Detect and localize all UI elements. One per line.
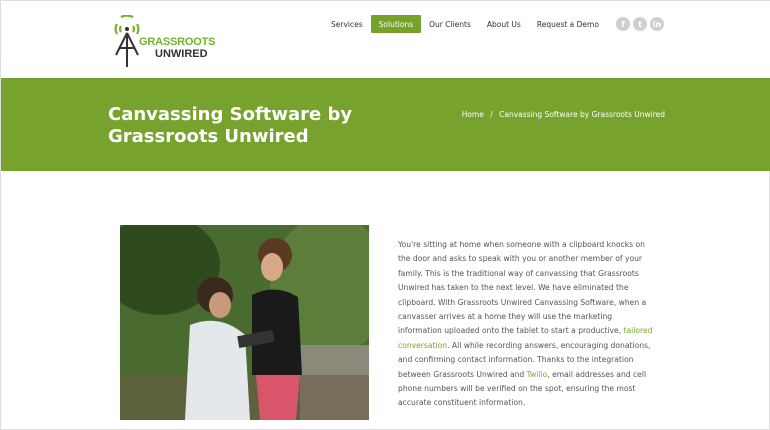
main-nav: Services Solutions Our Clients About Us …	[323, 15, 607, 33]
page-title: Canvassing Software by Grassroots Unwire…	[108, 104, 353, 147]
twilio-link[interactable]: Twilio	[527, 370, 548, 379]
nav-solutions[interactable]: Solutions	[370, 15, 422, 33]
nav-about-us[interactable]: About Us	[479, 15, 529, 33]
nav-request-demo[interactable]: Request a Demo	[529, 15, 607, 33]
logo-text-line2: UNWIRED	[155, 48, 208, 60]
social-links: f t in	[616, 17, 664, 31]
canvassing-photo	[120, 225, 369, 420]
nav-services[interactable]: Services	[323, 15, 371, 33]
logo-text-line1: GRASSROOTS	[139, 36, 216, 48]
logo[interactable]: GRASSROOTS UNWIRED	[111, 14, 216, 67]
photo-two-women-with-tablet	[120, 225, 369, 420]
nav-our-clients[interactable]: Our Clients	[421, 15, 479, 33]
linkedin-icon[interactable]: in	[650, 17, 664, 31]
breadcrumb: Home / Canvassing Software by Grassroots…	[462, 110, 665, 119]
intro-paragraph: You're sitting at home when someone with…	[398, 238, 656, 411]
breadcrumb-home[interactable]: Home	[462, 110, 484, 119]
facebook-icon[interactable]: f	[616, 17, 630, 31]
breadcrumb-current: Canvassing Software by Grassroots Unwire…	[499, 110, 665, 119]
paragraph-text: You're sitting at home when someone with…	[398, 240, 647, 336]
breadcrumb-separator: /	[490, 110, 493, 119]
site-header: GRASSROOTS UNWIRED Services Solutions Ou…	[1, 1, 770, 78]
page-banner: Canvassing Software by Grassroots Unwire…	[1, 78, 770, 171]
twitter-icon[interactable]: t	[633, 17, 647, 31]
